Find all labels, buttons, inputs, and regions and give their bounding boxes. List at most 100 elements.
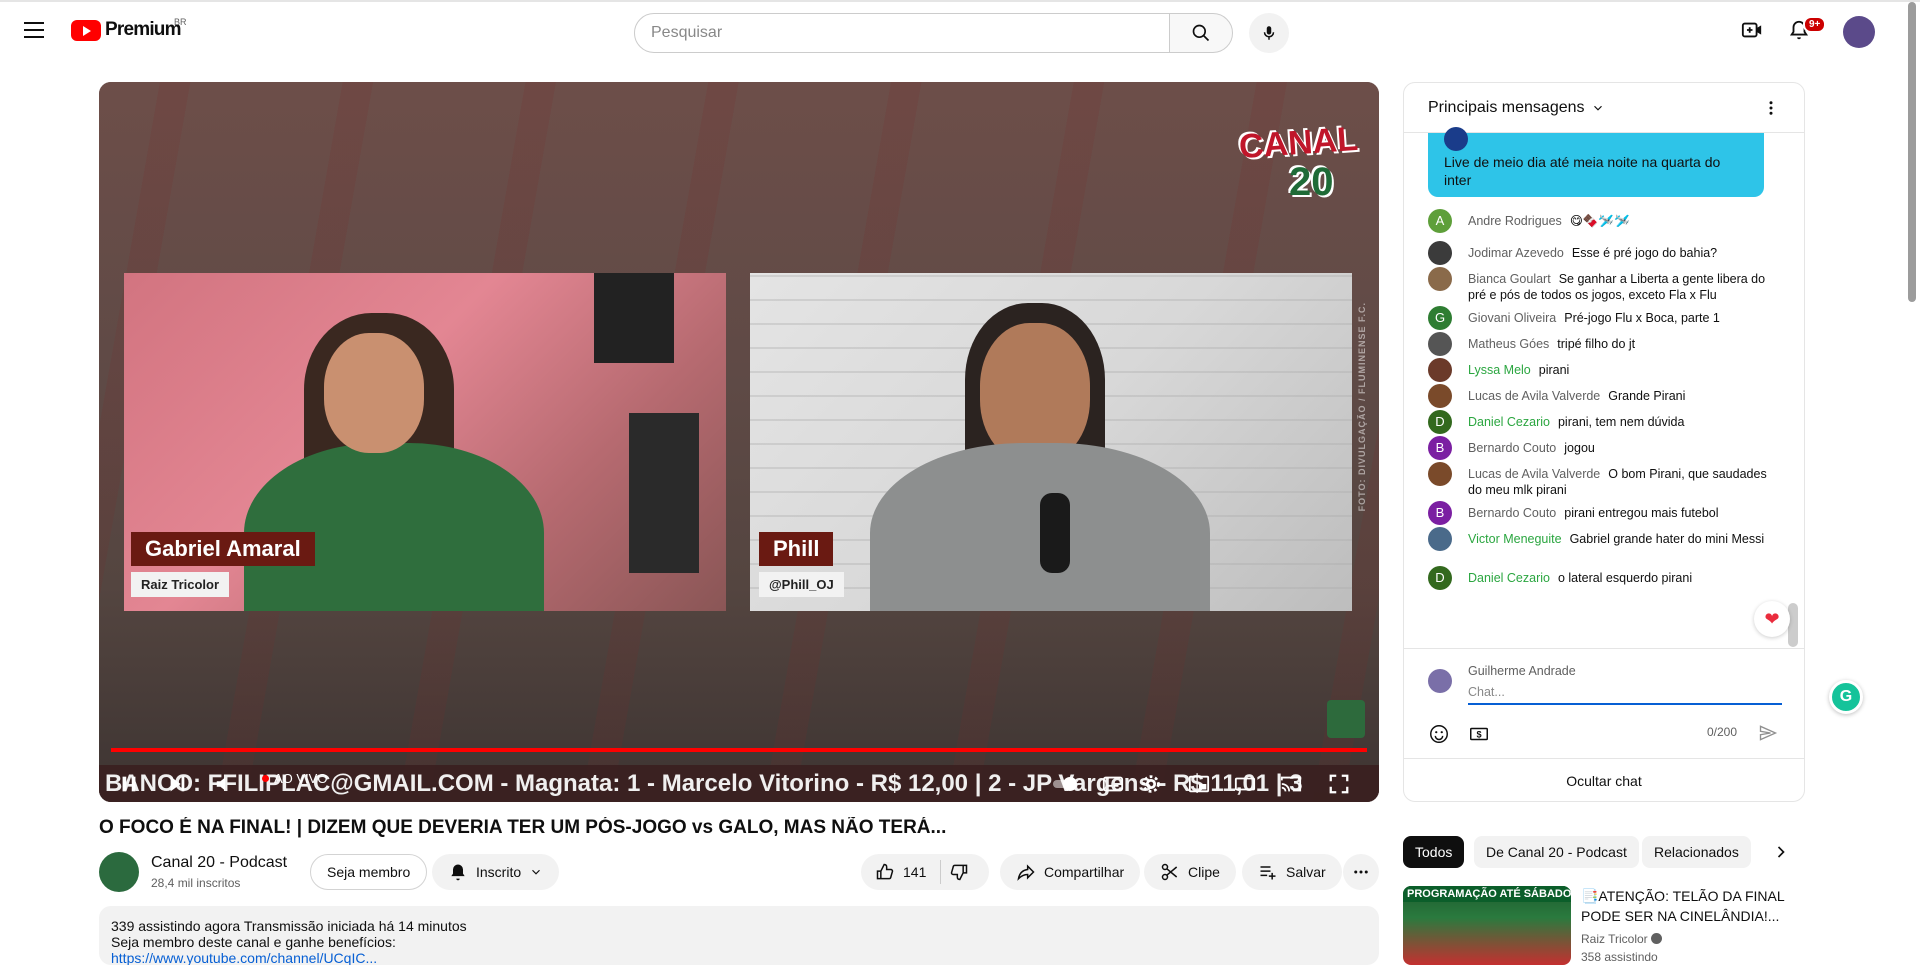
create-button[interactable]	[1738, 16, 1766, 44]
more-actions-button[interactable]	[1343, 854, 1379, 890]
grammarly-icon[interactable]: G	[1829, 680, 1863, 714]
send-icon[interactable]	[1758, 723, 1778, 743]
autoplay-toggle[interactable]	[1049, 768, 1081, 800]
like-count[interactable]: 141	[903, 864, 926, 880]
chat-message[interactable]: Matheus Góes tripé filho do jt	[1428, 332, 1778, 356]
live-dot-icon	[262, 775, 269, 782]
join-button[interactable]: Seja membro	[310, 854, 428, 890]
chat-message-body: Giovani Oliveira Pré-jogo Flu x Boca, par…	[1468, 310, 1720, 330]
save-button[interactable]: Salvar	[1242, 854, 1342, 890]
thumbs-up-icon[interactable]	[875, 862, 895, 882]
heart-reaction-icon[interactable]: ❤	[1754, 601, 1790, 637]
channel-avatar[interactable]	[99, 852, 139, 892]
top-bar: Premium BR Pesquisar 9+	[0, 0, 1920, 56]
channel-name[interactable]: Canal 20 - Podcast	[151, 854, 287, 872]
divider	[940, 860, 942, 884]
settings-button[interactable]	[1135, 768, 1167, 800]
page-scrollbar[interactable]	[1908, 2, 1916, 302]
chat-message[interactable]: Victor Meneguite Gabriel grande hater do …	[1428, 527, 1778, 551]
subtitles-icon	[1102, 776, 1124, 792]
live-label: AO VIVO	[274, 771, 328, 786]
chat-message[interactable]: D Daniel Cezario pirani, tem nem dúvida	[1428, 410, 1778, 434]
chat-input[interactable]: Chat...	[1468, 685, 1782, 705]
chat-author-name[interactable]: Daniel Cezario	[1468, 571, 1550, 585]
chat-message[interactable]: Jodimar Azevedo Esse é pré jogo do bahia?	[1428, 241, 1778, 265]
chat-author-name[interactable]: Bernardo Couto	[1468, 506, 1556, 520]
hide-chat-button[interactable]: Ocultar chat	[1404, 758, 1804, 801]
emoji-icon[interactable]	[1428, 723, 1450, 745]
share-button[interactable]: Compartilhar	[1000, 854, 1141, 890]
right-camera-feed	[750, 273, 1352, 611]
chat-message[interactable]: A Andre Rodrigues 😋🍫🛩️🛩️	[1428, 209, 1778, 233]
pause-button[interactable]	[113, 768, 145, 800]
thumbs-down-icon[interactable]	[949, 862, 969, 882]
related-video-title[interactable]: 📑ATENÇÃO: TELÃO DA FINAL PODE SER NA CIN…	[1581, 886, 1801, 926]
subscribed-button[interactable]: Inscrito	[432, 854, 560, 890]
account-avatar[interactable]	[1843, 16, 1875, 48]
chat-message[interactable]: B Bernardo Couto jogou	[1428, 436, 1778, 460]
chat-message-body: Lyssa Melo pirani	[1468, 362, 1569, 382]
chat-author-name[interactable]: Giovani Oliveira	[1468, 311, 1556, 325]
canal-20-logo: CANAL 20	[1238, 120, 1359, 210]
live-indicator[interactable]: AO VIVO	[262, 771, 327, 786]
chat-message[interactable]: G Giovani Oliveira Pré-jogo Flu x Boca, pa…	[1428, 306, 1778, 330]
svg-text:$: $	[1476, 730, 1481, 740]
pinned-message[interactable]: Live de meio dia até meia noite na quart…	[1428, 127, 1764, 197]
logo-text: Premium	[105, 19, 182, 40]
miniplayer-button[interactable]	[1183, 768, 1215, 800]
chat-author-avatar: B	[1428, 436, 1452, 460]
chat-message[interactable]: Lucas de Avila Valverde O bom Pirani, que…	[1428, 462, 1778, 498]
chat-author-name[interactable]: Daniel Cezario	[1468, 415, 1550, 429]
chat-author-name[interactable]: Lucas de Avila Valverde	[1468, 467, 1600, 481]
mute-button[interactable]	[209, 768, 241, 800]
next-button[interactable]	[161, 768, 193, 800]
chat-message[interactable]: Bianca Goulart Se ganhar a Liberta a gent…	[1428, 267, 1778, 303]
chat-author-name[interactable]: Lucas de Avila Valverde	[1468, 389, 1600, 403]
description-link[interactable]: https://www.youtube.com/channel/UCqIC...	[111, 950, 1367, 965]
voice-search-button[interactable]	[1249, 13, 1289, 53]
chat-author-name[interactable]: Bernardo Couto	[1468, 441, 1556, 455]
chip-label: Todos	[1415, 844, 1453, 860]
logo-line2: 20	[1289, 160, 1334, 204]
progress-bar[interactable]	[111, 748, 1367, 752]
theater-mode-button[interactable]	[1229, 768, 1261, 800]
thumbnail-banner: PROGRAMAÇÃO ATÉ SÁBADO	[1403, 886, 1571, 902]
chat-author-name[interactable]: Matheus Góes	[1468, 337, 1549, 351]
chip-from-channel[interactable]: De Canal 20 - Podcast	[1474, 836, 1639, 868]
chat-mode-dropdown[interactable]: Principais mensagens	[1428, 99, 1605, 117]
chat-author-name[interactable]: Lyssa Melo	[1468, 363, 1531, 377]
fullscreen-button[interactable]	[1323, 768, 1355, 800]
cast-button[interactable]	[1275, 768, 1307, 800]
chat-author-name[interactable]: Jodimar Azevedo	[1468, 246, 1564, 260]
video-player[interactable]: Gabriel Amaral Raiz Tricolor Phill @Phil…	[99, 82, 1379, 802]
chat-message-body: Bianca Goulart Se ganhar a Liberta a gent…	[1468, 271, 1778, 303]
super-chat-icon[interactable]: $	[1468, 723, 1490, 745]
chip-related[interactable]: Relacionados	[1642, 836, 1751, 868]
pause-icon	[122, 776, 136, 792]
chat-scrollbar[interactable]	[1788, 603, 1798, 647]
chevron-right-icon[interactable]	[1771, 842, 1791, 862]
description-box[interactable]: 339 assistindo agora Transmissão iniciad…	[99, 906, 1379, 965]
chat-author-name[interactable]: Andre Rodrigues	[1468, 214, 1562, 228]
youtube-logo[interactable]: Premium	[71, 19, 182, 41]
chip-label: Relacionados	[1654, 844, 1739, 860]
more-vertical-icon[interactable]	[1762, 99, 1780, 117]
chat-message[interactable]: D Daniel Cezario o lateral esquerdo pirani	[1428, 566, 1778, 590]
chat-message-text: jogou	[1564, 441, 1595, 455]
chat-message[interactable]: Lucas de Avila Valverde Grande Pirani	[1428, 384, 1778, 408]
clip-button[interactable]: Clipe	[1144, 854, 1236, 890]
chat-message[interactable]: B Bernardo Couto pirani entregou mais fute…	[1428, 501, 1778, 525]
subtitles-button[interactable]	[1097, 768, 1129, 800]
chat-author-name[interactable]: Bianca Goulart	[1468, 272, 1551, 286]
chip-all[interactable]: Todos	[1403, 836, 1465, 868]
search-button[interactable]	[1169, 13, 1233, 53]
cast-icon	[1280, 776, 1302, 792]
search-input[interactable]: Pesquisar	[634, 13, 1170, 53]
menu-icon[interactable]	[24, 22, 44, 38]
chat-message[interactable]: Lyssa Melo pirani	[1428, 358, 1778, 382]
subscribed-label: Inscrito	[476, 864, 522, 880]
related-video-thumbnail[interactable]: PROGRAMAÇÃO ATÉ SÁBADO	[1403, 886, 1571, 965]
chat-author-name[interactable]: Victor Meneguite	[1468, 532, 1562, 546]
related-video-channel[interactable]: Raiz Tricolor	[1581, 932, 1663, 946]
region-code: BR	[174, 17, 187, 27]
